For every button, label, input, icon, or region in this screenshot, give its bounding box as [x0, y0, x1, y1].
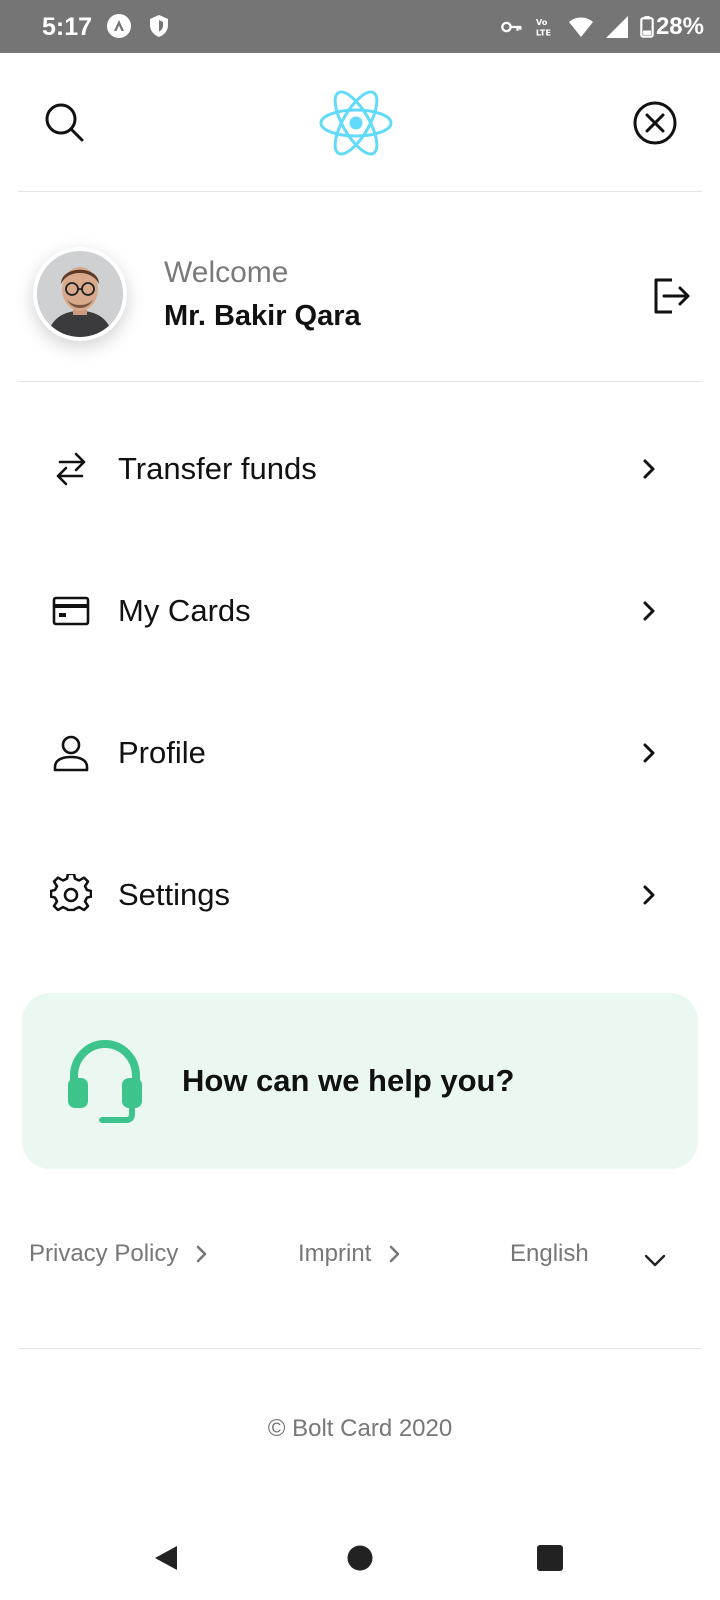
copyright-text: © Bolt Card 2020 [267, 1415, 453, 1442]
recents-square-icon [537, 1545, 563, 1571]
android-auto-icon [107, 14, 131, 38]
app-logo [318, 85, 394, 161]
footer-links: Privacy Policy Imprint English [0, 1232, 720, 1288]
privacy-policy-link[interactable]: Privacy Policy [29, 1240, 210, 1268]
user-divider [18, 381, 702, 382]
svg-text:Vo: Vo [536, 17, 548, 27]
welcome-label: Welcome [164, 256, 289, 289]
drawer-menu: Transfer funds My Cards Profile Settings [0, 398, 720, 966]
menu-item-profile[interactable]: Profile [0, 682, 720, 824]
svg-text:LTE: LTE [536, 27, 552, 37]
recents-button[interactable] [520, 1528, 580, 1588]
help-text: How can we help you? [182, 1063, 515, 1098]
search-button[interactable] [34, 92, 94, 152]
footer-divider [18, 1348, 702, 1349]
language-select[interactable]: English [510, 1240, 589, 1268]
user-section: Welcome Mr. Bakir Qara [0, 192, 720, 380]
battery-icon [640, 16, 654, 38]
home-button[interactable] [330, 1528, 390, 1588]
vpn-key-icon [501, 21, 522, 33]
logout-icon[interactable] [650, 274, 694, 318]
drawer-header [0, 53, 720, 191]
language-value: English [510, 1240, 589, 1267]
chevron-right-icon [390, 1245, 400, 1263]
chevron-right-icon [643, 459, 655, 479]
close-circle-icon [633, 101, 677, 145]
menu-item-my-cards[interactable]: My Cards [0, 540, 720, 682]
volte-icon: Vo LTE [536, 17, 552, 37]
menu-item-transfer-funds[interactable]: Transfer funds [0, 398, 720, 540]
credit-card-icon [52, 596, 90, 626]
headset-icon [68, 1039, 142, 1123]
avatar[interactable] [33, 247, 127, 341]
menu-item-settings[interactable]: Settings [0, 824, 720, 966]
back-button[interactable] [136, 1528, 196, 1588]
back-triangle-icon [155, 1546, 177, 1570]
wifi-icon [568, 17, 593, 37]
transfer-icon [56, 452, 86, 486]
menu-item-label: Profile [118, 735, 206, 770]
battery-percent: 28% [655, 13, 704, 40]
search-icon [45, 103, 84, 142]
status-time: 5:17 [42, 13, 93, 41]
imprint-link[interactable]: Imprint [298, 1240, 403, 1268]
chevron-right-icon [643, 885, 655, 905]
menu-item-label: Transfer funds [118, 451, 317, 486]
system-nav-bar [0, 1528, 720, 1588]
close-button[interactable] [625, 93, 685, 153]
chevron-right-icon [197, 1245, 207, 1263]
menu-item-label: My Cards [118, 593, 251, 628]
help-card[interactable]: How can we help you? [22, 993, 698, 1169]
user-icon [53, 735, 89, 772]
chevron-right-icon [643, 743, 655, 763]
user-photo [37, 251, 123, 337]
chevron-right-icon [643, 601, 655, 621]
react-logo-icon [319, 90, 393, 156]
home-circle-icon [347, 1545, 373, 1571]
chevron-down-icon[interactable] [642, 1248, 668, 1274]
menu-item-label: Settings [118, 877, 231, 912]
status-bar: 5:17 Vo LTE 28% [0, 0, 720, 53]
gear-icon [50, 874, 92, 912]
user-name: Mr. Bakir Qara [164, 300, 361, 332]
signal-icon [605, 16, 628, 38]
shield-icon [150, 15, 168, 37]
